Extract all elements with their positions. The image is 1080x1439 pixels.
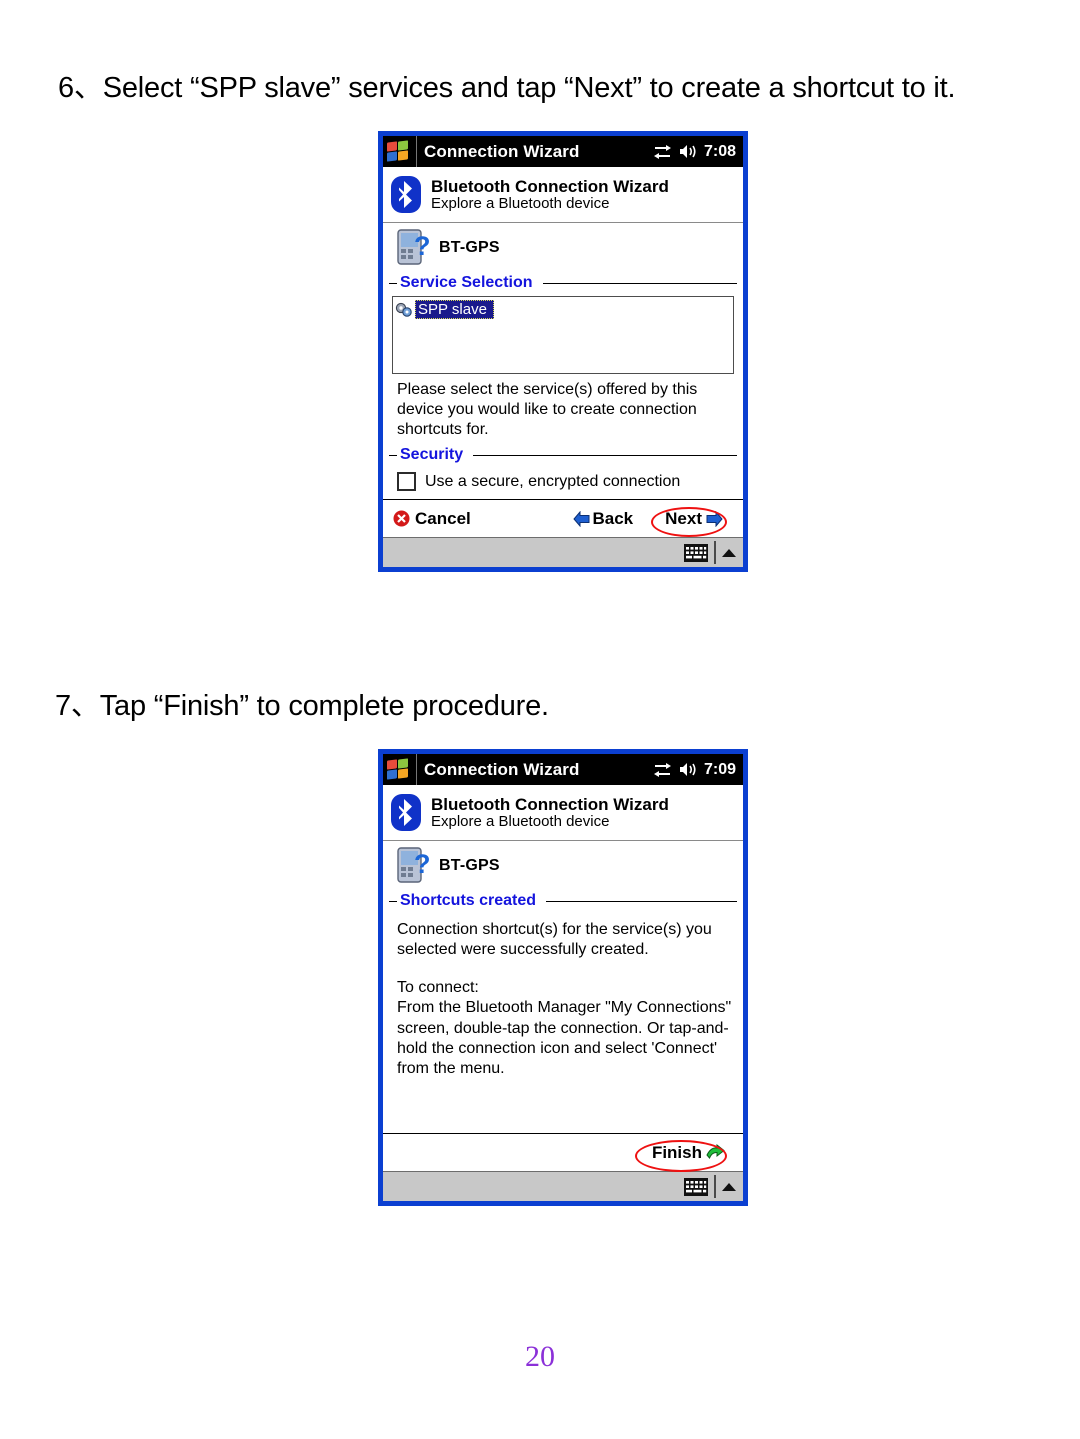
secure-connection-checkbox[interactable] bbox=[397, 472, 416, 492]
keyboard-icon[interactable] bbox=[684, 543, 708, 562]
device-name: BT-GPS bbox=[439, 857, 500, 874]
windows-flag-icon[interactable] bbox=[386, 758, 410, 780]
bluetooth-icon bbox=[391, 176, 421, 213]
group-rule-right bbox=[473, 454, 737, 456]
svg-text:?: ? bbox=[414, 231, 430, 261]
document-page: 6、Select “SPP slave” services and tap “N… bbox=[0, 0, 1080, 1439]
secure-connection-label: Use a secure, encrypted connection bbox=[425, 472, 681, 490]
service-item-label[interactable]: SPP slave bbox=[415, 299, 494, 319]
clock[interactable]: 7:09 bbox=[704, 761, 736, 779]
group-rule-left bbox=[389, 454, 397, 456]
group-rule-left bbox=[389, 282, 397, 284]
speaker-icon[interactable] bbox=[679, 144, 697, 159]
page-number: 20 bbox=[525, 1340, 555, 1373]
taskbar-divider bbox=[714, 541, 716, 565]
keyboard-icon[interactable] bbox=[684, 1177, 708, 1196]
service-listbox[interactable]: SPP slave bbox=[392, 296, 734, 374]
next-button[interactable]: Next bbox=[651, 506, 728, 537]
bluetooth-icon bbox=[391, 794, 421, 831]
back-label: Back bbox=[592, 508, 634, 528]
input-panel-arrow-icon[interactable] bbox=[722, 548, 736, 557]
wizard-titles: Bluetooth Connection Wizard Explore a Bl… bbox=[431, 177, 669, 213]
instruction-text: Please select the service(s) offered by … bbox=[397, 381, 698, 439]
command-bar: Finish bbox=[383, 1133, 743, 1172]
service-listbox-wrapper: SPP slave bbox=[383, 294, 743, 374]
security-group-header: Security bbox=[383, 444, 743, 466]
titlebar: Connection Wizard 7:08 bbox=[383, 136, 743, 167]
speaker-icon[interactable] bbox=[679, 762, 697, 777]
titlebar-status-icons: 7:09 bbox=[653, 761, 739, 779]
taskbar bbox=[383, 537, 743, 568]
svg-text:?: ? bbox=[414, 849, 430, 879]
cancel-button[interactable]: Cancel bbox=[393, 509, 471, 529]
wizard-titles: Bluetooth Connection Wizard Explore a Bl… bbox=[431, 795, 669, 831]
back-button[interactable]: Back bbox=[572, 508, 634, 529]
titlebar-divider bbox=[416, 754, 417, 785]
taskbar bbox=[383, 1171, 743, 1202]
device-name: BT-GPS bbox=[439, 239, 500, 256]
wizard-header: Bluetooth Connection Wizard Explore a Bl… bbox=[383, 167, 743, 223]
taskbar-divider bbox=[714, 1175, 716, 1199]
security-label: Security bbox=[400, 446, 464, 464]
finish-button[interactable]: Finish bbox=[634, 1139, 727, 1172]
clock[interactable]: 7:08 bbox=[704, 143, 736, 161]
titlebar: Connection Wizard 7:09 bbox=[383, 754, 743, 785]
shortcuts-created-group-header: Shortcuts created bbox=[383, 890, 743, 912]
connect-instructions: From the Bluetooth Manager "My Connectio… bbox=[397, 999, 732, 1077]
pda-screenshot-service-selection: Connection Wizard 7:08 Bluetooth Connect… bbox=[378, 131, 748, 573]
pda-screen: Connection Wizard 7:08 Bluetooth Connect… bbox=[383, 136, 743, 568]
windows-flag-icon[interactable] bbox=[386, 140, 410, 162]
list-item[interactable]: SPP slave bbox=[395, 299, 496, 319]
success-message: Connection shortcut(s) for the service(s… bbox=[397, 921, 712, 959]
titlebar-title: Connection Wizard bbox=[424, 759, 580, 779]
connectivity-icon[interactable] bbox=[653, 762, 672, 777]
close-icon bbox=[393, 510, 410, 527]
group-rule-right bbox=[542, 282, 737, 284]
titlebar-status-icons: 7:08 bbox=[653, 143, 739, 161]
content-spacer bbox=[383, 1083, 743, 1134]
service-selection-group-header: Service Selection bbox=[383, 272, 743, 294]
finish-label: Finish bbox=[651, 1142, 702, 1162]
titlebar-divider bbox=[416, 136, 417, 167]
device-row: ? BT-GPS bbox=[383, 223, 743, 272]
service-selection-label: Service Selection bbox=[400, 274, 533, 291]
connectivity-icon[interactable] bbox=[653, 144, 672, 159]
group-rule-right bbox=[546, 900, 737, 902]
service-gear-icon bbox=[395, 302, 412, 317]
command-bar: Cancel Back Next bbox=[383, 499, 743, 538]
group-rule-left bbox=[389, 900, 397, 902]
arrow-left-icon bbox=[572, 510, 589, 527]
wizard-title: Bluetooth Connection Wizard bbox=[431, 794, 669, 814]
step-7-caption: 7、Tap “Finish” to complete procedure. bbox=[55, 690, 549, 722]
wizard-subtitle: Explore a Bluetooth device bbox=[431, 812, 610, 830]
unknown-device-icon: ? bbox=[397, 228, 430, 265]
finish-arrow-icon bbox=[706, 1143, 725, 1159]
next-label: Next bbox=[665, 508, 702, 528]
wizard-header: Bluetooth Connection Wizard Explore a Bl… bbox=[383, 785, 743, 841]
to-connect-heading: To connect: bbox=[397, 979, 479, 997]
device-row: ? BT-GPS bbox=[383, 841, 743, 890]
shortcuts-created-label: Shortcuts created bbox=[400, 892, 537, 909]
secure-connection-row[interactable]: Use a secure, encrypted connection bbox=[383, 466, 743, 499]
wizard-subtitle: Explore a Bluetooth device bbox=[431, 194, 610, 212]
arrow-right-icon bbox=[706, 510, 723, 527]
input-panel-arrow-icon[interactable] bbox=[722, 1182, 736, 1191]
cancel-label: Cancel bbox=[415, 508, 471, 528]
titlebar-title: Connection Wizard bbox=[424, 141, 580, 161]
pda-screen: Connection Wizard 7:09 Bluetooth Connect… bbox=[383, 754, 743, 1202]
unknown-device-icon: ? bbox=[397, 846, 430, 883]
wizard-title: Bluetooth Connection Wizard bbox=[431, 176, 669, 196]
step-6-caption: 6、Select “SPP slave” services and tap “N… bbox=[58, 72, 956, 104]
pda-screenshot-shortcuts-created: Connection Wizard 7:09 Bluetooth Connect… bbox=[378, 749, 748, 1207]
